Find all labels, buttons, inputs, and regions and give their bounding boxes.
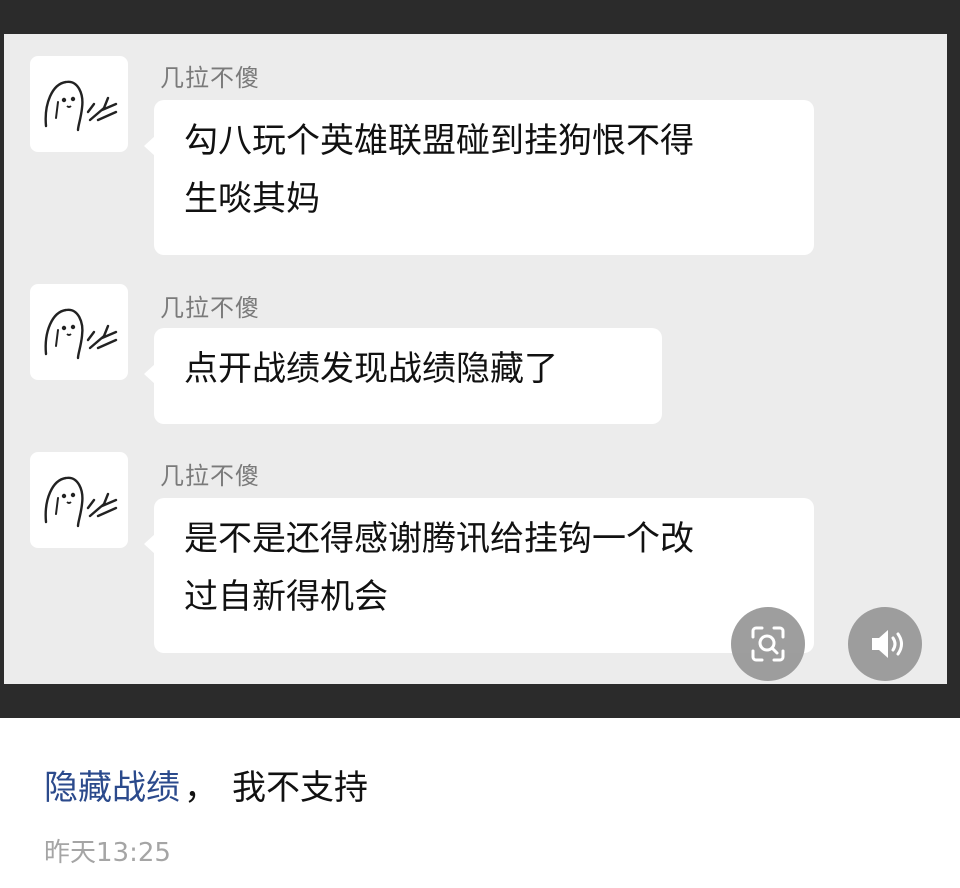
cartoon-ghost-icon: [44, 308, 118, 360]
message-text-line: 是不是还得感谢腾讯给挂钩一个改: [184, 519, 694, 559]
post-timestamp: 昨天13:25: [44, 838, 171, 868]
cartoon-ghost-icon: [44, 476, 118, 528]
message-text-line: 勾八玩个英雄联盟碰到挂狗恨不得: [184, 121, 694, 161]
caption-text: 我不支持: [232, 768, 368, 808]
speaker-icon: [872, 630, 903, 658]
chat-screenshot[interactable]: 几拉不傻 勾八玩个英雄联盟碰到挂狗恨不得 生啖其妈 几拉不傻 点开战绩发现战绩隐…: [4, 34, 947, 684]
message-bubble[interactable]: 勾八玩个英雄联盟碰到挂狗恨不得 生啖其妈: [144, 100, 814, 255]
sender-name[interactable]: 几拉不傻: [160, 288, 260, 323]
message-bubble[interactable]: 点开战绩发现战绩隐藏了: [144, 328, 662, 424]
avatar[interactable]: [30, 452, 128, 548]
avatar[interactable]: [30, 56, 128, 152]
sender-name[interactable]: 几拉不傻: [160, 456, 260, 491]
avatar[interactable]: [30, 284, 128, 380]
sender-name[interactable]: 几拉不傻: [160, 58, 260, 93]
speaker-button[interactable]: [848, 607, 922, 681]
message-text-line: 点开战绩发现战绩隐藏了: [184, 349, 558, 389]
topic-link[interactable]: 隐藏战绩: [44, 768, 180, 808]
image-search-button[interactable]: [731, 607, 805, 681]
message-bubble[interactable]: 是不是还得感谢腾讯给挂钩一个改 过自新得机会: [144, 498, 814, 653]
image-search-icon: [751, 626, 785, 662]
caption-separator: ，: [184, 768, 218, 808]
cartoon-ghost-icon: [44, 80, 118, 132]
post-caption: 隐藏战绩， 我不支持: [44, 760, 368, 809]
screenshot-frame: 几拉不傻 勾八玩个英雄联盟碰到挂狗恨不得 生啖其妈 几拉不傻 点开战绩发现战绩隐…: [0, 0, 960, 718]
message-text-line: 过自新得机会: [184, 577, 388, 617]
message-text-line: 生啖其妈: [184, 179, 320, 219]
